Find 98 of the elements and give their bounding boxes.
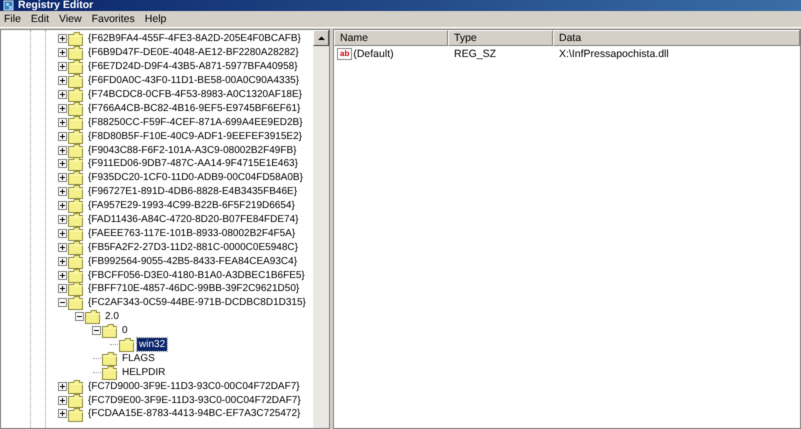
tree-item[interactable]: {F911ED06-9DB7-487C-AA14-9F4715E1E463}	[86, 157, 300, 170]
folder-icon	[68, 142, 84, 158]
tree-item[interactable]: {F6E7D24D-D9F4-43B5-A871-5977BFA40958}	[86, 60, 300, 74]
collapse-icon[interactable]	[75, 312, 84, 322]
folder-icon	[68, 268, 84, 283]
folder-icon	[68, 212, 84, 228]
value-name: (Default)	[353, 48, 394, 60]
tree-item[interactable]: {F6FD0A0C-43F0-11D1-BE58-00A0C90A4335}	[86, 74, 302, 88]
string-value-icon: ab	[337, 48, 352, 60]
folder-icon	[68, 128, 84, 144]
tree-item[interactable]: win32	[137, 338, 168, 352]
menu-item[interactable]: File	[0, 13, 27, 25]
folder-icon	[68, 59, 84, 74]
expand-icon[interactable]	[58, 76, 67, 86]
tree-item[interactable]: {FBFF710E-4857-46DC-99BB-39F2C9621D50}	[86, 282, 302, 296]
expand-icon[interactable]	[58, 242, 67, 252]
expand-icon[interactable]	[58, 215, 67, 224]
expand-icon[interactable]	[58, 256, 67, 266]
tree-item[interactable]: {F9043C88-F6F2-101A-A3C9-08002B2F49FB}	[86, 144, 298, 157]
expand-icon[interactable]	[58, 396, 67, 405]
folder-icon	[68, 406, 84, 422]
column-header[interactable]: Name	[334, 30, 448, 46]
menu-item[interactable]: View	[55, 13, 88, 25]
folder-icon	[68, 31, 84, 46]
expand-icon[interactable]	[58, 173, 67, 182]
tree-item[interactable]: {FB5FA2F2-27D3-11D2-881C-0000C0E5948C}	[86, 240, 300, 254]
tree-item[interactable]: {FBCFF056-D3E0-4180-B1A0-A3DBEC1B6FE5}	[86, 268, 307, 282]
tree-item[interactable]: {FC7D9E00-3F9E-11D3-93C0-00C04F72DAF7}	[86, 394, 303, 407]
open-folder-icon	[68, 295, 84, 310]
menu-item[interactable]: Edit	[26, 13, 56, 25]
registry-app-icon	[3, 0, 14, 11]
tree-item[interactable]: {F8D80B5F-F10E-40C9-ADF1-9EEFEF3915E2}	[86, 130, 304, 143]
tree-item[interactable]: {F935DC20-1CF0-11D0-ADB9-00C04FD58A0B}	[86, 171, 305, 184]
tree-item[interactable]: {FB992564-9055-42B5-8433-FEA84CEA93C4}	[86, 254, 300, 268]
expand-icon[interactable]	[58, 409, 67, 418]
folder-icon	[102, 364, 118, 380]
open-folder-icon	[85, 309, 101, 324]
folder-icon	[68, 281, 84, 296]
tree-item[interactable]: 0	[120, 324, 130, 338]
tree-item[interactable]: HELPDIR	[120, 366, 168, 379]
expand-icon[interactable]	[58, 146, 67, 155]
menu-item[interactable]: Help	[140, 13, 172, 25]
expand-icon[interactable]	[58, 382, 67, 391]
collapse-icon[interactable]	[58, 298, 67, 308]
expand-icon[interactable]	[58, 159, 67, 168]
tree-item[interactable]: 2.0	[103, 310, 121, 324]
tree-item[interactable]: {F88250CC-F59F-4CEF-871A-699A4EE9ED2B}	[86, 116, 305, 129]
tree-item[interactable]: {F6B9D47F-DE0E-4048-AE12-BF2280A28282}	[86, 46, 301, 60]
scrollbar[interactable]	[313, 30, 329, 428]
folder-icon	[68, 184, 84, 200]
folder-icon	[68, 87, 84, 102]
scroll-up-button[interactable]	[313, 30, 329, 46]
expand-icon[interactable]	[58, 201, 67, 210]
column-header[interactable]: Type	[448, 30, 553, 46]
folder-icon	[68, 170, 84, 186]
expand-icon[interactable]	[58, 270, 67, 280]
tree-item[interactable]: {F766A4CB-BC82-4B16-9EF5-E9745BF6EF61}	[86, 102, 302, 115]
open-folder-icon	[102, 323, 118, 338]
folder-icon	[68, 100, 84, 116]
tree-item[interactable]: FLAGS	[120, 352, 157, 365]
folder-icon	[68, 156, 84, 172]
expand-icon[interactable]	[58, 62, 67, 72]
tree-item[interactable]: {FAD11436-A84C-4720-8D20-B07FE84FDE74}	[86, 213, 300, 226]
expand-icon[interactable]	[58, 48, 67, 58]
folder-icon	[68, 45, 84, 60]
tree-item[interactable]: {F62B9FA4-455F-4FE3-8A2D-205E4F0BCAFB}	[86, 32, 303, 46]
expand-icon[interactable]	[58, 284, 67, 294]
collapse-icon[interactable]	[92, 326, 101, 336]
tree-item[interactable]: {FC7D9000-3F9E-11D3-93C0-00C04F72DAF7}	[86, 380, 302, 393]
up-arrow-icon	[318, 36, 324, 40]
window-title: Registry Editor	[18, 0, 94, 11]
folder-icon	[68, 392, 84, 408]
tree-item[interactable]: {F96727E1-891D-4DB6-8828-E4B3435FB46E}	[86, 185, 300, 198]
expand-icon[interactable]	[58, 187, 67, 196]
tree-item[interactable]: {FA957E29-1993-4C99-B22B-6F5F219D6654}	[86, 199, 297, 212]
tree-item[interactable]: {F74BCDC8-0CFB-4F53-8983-A0C1320AF18E}	[86, 88, 304, 101]
folder-icon	[68, 73, 84, 88]
folder-icon	[68, 226, 84, 241]
folder-icon	[68, 254, 84, 269]
folder-icon	[68, 198, 84, 214]
folder-icon	[68, 378, 84, 394]
expand-icon[interactable]	[58, 118, 67, 127]
expand-icon[interactable]	[58, 228, 67, 238]
value-data: X:\InfPressapochista.dll	[558, 48, 670, 60]
column-header[interactable]: Data	[553, 30, 800, 46]
expand-icon[interactable]	[58, 90, 67, 99]
expand-icon[interactable]	[58, 132, 67, 141]
folder-icon	[68, 240, 84, 255]
folder-icon	[102, 350, 118, 366]
folder-icon	[119, 337, 135, 352]
menu-item[interactable]: Favorites	[88, 13, 141, 25]
tree-item[interactable]: {FAEEE763-117E-101B-8933-08002B2F4F5A}	[86, 226, 298, 240]
folder-icon	[68, 114, 84, 130]
expand-icon[interactable]	[58, 104, 67, 113]
expand-icon[interactable]	[58, 34, 67, 44]
tree-item[interactable]: {FC2AF343-0C59-44BE-971B-DCDBC8D1D315}	[86, 296, 308, 310]
value-type: REG_SZ	[453, 48, 498, 60]
tree-item[interactable]: {FCDAA15E-8783-4413-94BC-EF7A3C725472}	[86, 407, 302, 420]
